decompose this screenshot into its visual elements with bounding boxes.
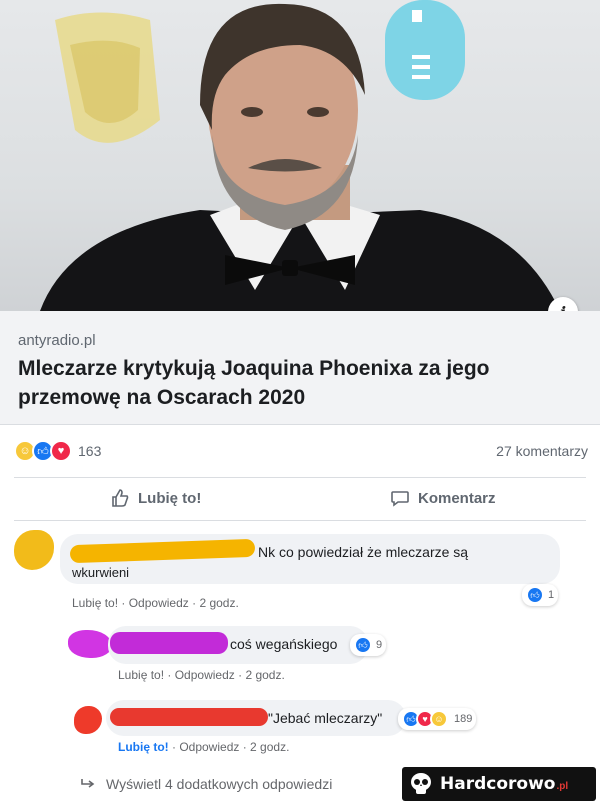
article-photo[interactable]: i (0, 0, 600, 311)
like-button-label: Lubię to! (138, 489, 202, 507)
comment-text: wkurwieni (72, 565, 130, 580)
comment-reply-link[interactable]: Odpowiedz (129, 596, 189, 610)
comment-reaction-count: 189 (454, 713, 473, 725)
view-more-replies[interactable]: Wyświetl 4 dodatkowych odpowiedzi (80, 776, 332, 792)
comment-text: coś wegańskiego (230, 636, 338, 652)
comment-item: Nk co powiedział że mleczarze są wkurwie… (0, 522, 600, 617)
link-domain: antyradio.pl (18, 332, 96, 349)
comment-text: "Jebać mleczarzy" (268, 710, 383, 726)
reply-arrow-icon (81, 779, 95, 788)
photo-illustration (40, 0, 560, 311)
comment-time[interactable]: 2 godz. (199, 596, 238, 610)
reactions-summary[interactable]: ☺ 👍︎ ♥ 163 (14, 440, 101, 462)
post-stats: ☺ 👍︎ ♥ 163 27 komentarzy (0, 424, 600, 476)
redacted-author-name[interactable] (110, 708, 268, 726)
comment-bubble-icon (391, 491, 409, 507)
comment-reply-link[interactable]: Odpowiedz (175, 668, 235, 682)
divider (14, 520, 586, 521)
comment-like-link[interactable]: Lubię to! (118, 740, 169, 754)
skull-logo-icon (411, 773, 431, 794)
love-reaction-icon: ♥ (50, 440, 72, 462)
comment-reactions[interactable]: 👍︎ ♥ ☺ 189 (398, 708, 477, 730)
reaction-count: 163 (78, 443, 102, 459)
comment-reactions[interactable]: 👍︎ 9 (350, 634, 387, 656)
avatar[interactable] (14, 530, 54, 570)
comment-meta: Lubię to! · Odpowiedz · 2 godz. (118, 668, 285, 682)
redacted-author-name[interactable] (110, 632, 228, 654)
comment-button[interactable]: Komentarz (390, 488, 496, 508)
comment-time[interactable]: 2 godz. (245, 668, 284, 682)
comment-button-label: Komentarz (418, 489, 496, 507)
link-preview-card[interactable]: antyradio.pl Mleczarze krytykują Joaquin… (0, 311, 600, 425)
comment-reaction-count: 1 (548, 589, 555, 601)
comment-time[interactable]: 2 godz. (250, 740, 289, 754)
link-headline[interactable]: Mleczarze krytykują Joaquina Phoenixa za… (18, 354, 588, 412)
reply-item: coś wegańskiego 👍︎ 9 Lubię to! · Odpowie… (0, 622, 600, 692)
thumb-up-icon (112, 489, 129, 507)
comments-count[interactable]: 27 komentarzy (496, 443, 588, 459)
comment-like-link[interactable]: Lubię to! (72, 596, 118, 610)
hardcorowo-watermark: Hardcorowo .pl (402, 767, 596, 801)
avatar[interactable] (74, 706, 102, 734)
haha-reaction-icon: ☺ (430, 710, 448, 728)
post-actions: Lubię to! Komentarz (0, 478, 600, 520)
comment-reply-link[interactable]: Odpowiedz (179, 740, 239, 754)
comment-meta: Lubię to! · Odpowiedz · 2 godz. (118, 740, 290, 754)
comment-text: Nk co powiedział że mleczarze są (258, 544, 469, 560)
like-reaction-icon: 👍︎ (354, 636, 372, 654)
comment-reactions[interactable]: 👍︎ 1 (522, 584, 559, 606)
comment-like-link[interactable]: Lubię to! (118, 668, 164, 682)
avatar[interactable] (68, 630, 112, 658)
watermark-suffix: .pl (556, 781, 569, 792)
view-more-replies-label: Wyświetl 4 dodatkowych odpowiedzi (106, 776, 333, 792)
like-reaction-icon: 👍︎ (526, 586, 544, 604)
like-button[interactable]: Lubię to! (110, 488, 201, 508)
watermark-text: Hardcorowo (440, 774, 556, 794)
comment-meta: Lubię to! · Odpowiedz · 2 godz. (72, 596, 239, 610)
reply-item: "Jebać mleczarzy" 👍︎ ♥ ☺ 189 Lubię to! ·… (0, 694, 600, 764)
comment-reaction-count: 9 (376, 639, 383, 651)
